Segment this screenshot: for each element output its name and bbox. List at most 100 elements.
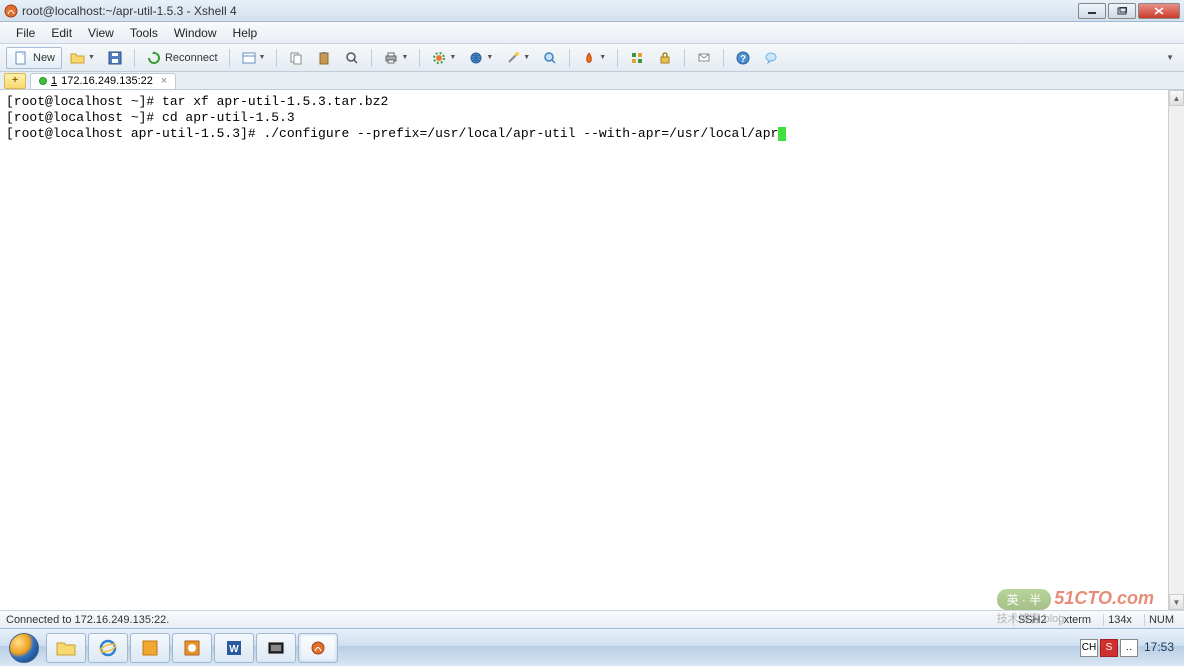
chevron-down-icon: ▼: [599, 54, 606, 61]
taskbar-item-ie[interactable]: [88, 633, 128, 663]
chevron-down-icon: ▼: [88, 54, 95, 61]
taskbar-item-word[interactable]: W: [214, 633, 254, 663]
titlebar: root@localhost:~/apr-util-1.5.3 - Xshell…: [0, 0, 1184, 22]
lock-icon: [657, 50, 673, 66]
menu-file[interactable]: File: [8, 24, 43, 42]
svg-text:W: W: [229, 644, 239, 655]
help-button[interactable]: ?: [731, 47, 755, 69]
status-protocol: SSH2: [1013, 614, 1051, 626]
copy-icon: [288, 50, 304, 66]
terminal[interactable]: [root@localhost ~]# tar xf apr-util-1.5.…: [0, 90, 1184, 610]
status-dot-icon: [39, 77, 47, 85]
tool7-button[interactable]: [653, 47, 677, 69]
chevron-down-icon: ▼: [401, 54, 408, 61]
scroll-down-button[interactable]: ▼: [1169, 594, 1184, 610]
message-icon: [696, 50, 712, 66]
tab-close-button[interactable]: ×: [161, 75, 167, 87]
xshell-icon: [310, 640, 326, 656]
toolbar-separator: [419, 49, 420, 67]
toolbar-separator: [229, 49, 230, 67]
menu-tools[interactable]: Tools: [122, 24, 166, 42]
taskbar-item-app1[interactable]: [130, 633, 170, 663]
status-connection: Connected to 172.16.249.135:22.: [6, 614, 169, 626]
scroll-up-button[interactable]: ▲: [1169, 90, 1184, 106]
scrollbar[interactable]: ▲ ▼: [1168, 90, 1184, 610]
properties-button[interactable]: ▼: [237, 47, 270, 69]
clock[interactable]: 17:53: [1144, 641, 1174, 654]
add-tab-button[interactable]: +: [4, 73, 26, 89]
printer-icon: [383, 50, 399, 66]
reconnect-button[interactable]: Reconnect: [142, 47, 222, 69]
cursor-icon: [778, 127, 786, 141]
terminal-line: [root@localhost apr-util-1.5.3]# ./confi…: [6, 126, 1178, 142]
paste-button[interactable]: [312, 47, 336, 69]
ime-punct[interactable]: ‥: [1120, 639, 1138, 657]
toolbar-separator: [723, 49, 724, 67]
reconnect-icon: [146, 50, 162, 66]
find-button[interactable]: [340, 47, 364, 69]
tool2-button[interactable]: ▼: [464, 47, 497, 69]
taskbar: W CH S ‥ 17:53: [0, 628, 1184, 666]
status-caps: NUM: [1144, 614, 1178, 626]
open-button[interactable]: ▼: [66, 47, 99, 69]
windows-orb-icon: [9, 633, 39, 663]
ime-mode[interactable]: S: [1100, 639, 1118, 657]
tool1-button[interactable]: ▼: [427, 47, 460, 69]
fire-icon: [581, 50, 597, 66]
taskbar-item-app2[interactable]: [172, 633, 212, 663]
terminal-text: [root@localhost apr-util-1.5.3]# ./confi…: [6, 126, 778, 141]
tool6-button[interactable]: [625, 47, 649, 69]
app2-icon: [183, 639, 201, 657]
gear-icon: [431, 50, 447, 66]
copy-button[interactable]: [284, 47, 308, 69]
tool3-button[interactable]: ▼: [501, 47, 534, 69]
terminal-icon: [241, 50, 257, 66]
bubble-button[interactable]: [759, 47, 783, 69]
terminal-line: [root@localhost ~]# cd apr-util-1.5.3: [6, 110, 1178, 126]
toolbar: New ▼ Reconnect ▼ ▼ ▼ ▼ ▼ ▼ ? ▼: [0, 44, 1184, 72]
new-button[interactable]: New: [6, 47, 62, 69]
menu-window[interactable]: Window: [166, 24, 225, 42]
status-termtype: xterm: [1059, 614, 1096, 626]
tab-label: 172.16.249.135:22: [61, 75, 153, 87]
toolbar-separator: [617, 49, 618, 67]
minimize-button[interactable]: [1078, 3, 1106, 19]
tool8-button[interactable]: [692, 47, 716, 69]
tool5-button[interactable]: ▼: [577, 47, 610, 69]
chevron-down-icon: ▼: [523, 54, 530, 61]
session-tab[interactable]: 1 172.16.249.135:22 ×: [30, 73, 176, 89]
grid-icon: [629, 50, 645, 66]
new-doc-icon: [13, 50, 29, 66]
close-button[interactable]: [1138, 3, 1180, 19]
window-controls: [1078, 3, 1180, 19]
maximize-button[interactable]: [1108, 3, 1136, 19]
globe-icon: [468, 50, 484, 66]
toolbar-overflow[interactable]: ▼: [1162, 53, 1178, 62]
taskbar-item-xshell[interactable]: [298, 633, 338, 663]
toolbar-separator: [569, 49, 570, 67]
ime-lang[interactable]: CH: [1080, 639, 1098, 657]
toolbar-separator: [684, 49, 685, 67]
menu-help[interactable]: Help: [225, 24, 266, 42]
start-button[interactable]: [4, 631, 44, 665]
ie-icon: [99, 639, 117, 657]
print-button[interactable]: ▼: [379, 47, 412, 69]
taskbar-item-app3[interactable]: [256, 633, 296, 663]
toolbar-separator: [134, 49, 135, 67]
folder-icon: [56, 640, 76, 656]
menu-edit[interactable]: Edit: [43, 24, 80, 42]
app-icon: [4, 4, 18, 18]
tool4-button[interactable]: [538, 47, 562, 69]
menu-view[interactable]: View: [80, 24, 122, 42]
taskbar-item-explorer[interactable]: [46, 633, 86, 663]
tabbar: + 1 172.16.249.135:22 ×: [0, 72, 1184, 90]
terminal-line: [root@localhost ~]# tar xf apr-util-1.5.…: [6, 94, 1178, 110]
window-title: root@localhost:~/apr-util-1.5.3 - Xshell…: [22, 4, 1078, 18]
bubble-icon: [763, 50, 779, 66]
toolbar-separator: [371, 49, 372, 67]
plus-icon: +: [12, 75, 18, 86]
svg-text:?: ?: [740, 54, 746, 65]
paste-icon: [316, 50, 332, 66]
help-icon: ?: [735, 50, 751, 66]
save-button[interactable]: [103, 47, 127, 69]
